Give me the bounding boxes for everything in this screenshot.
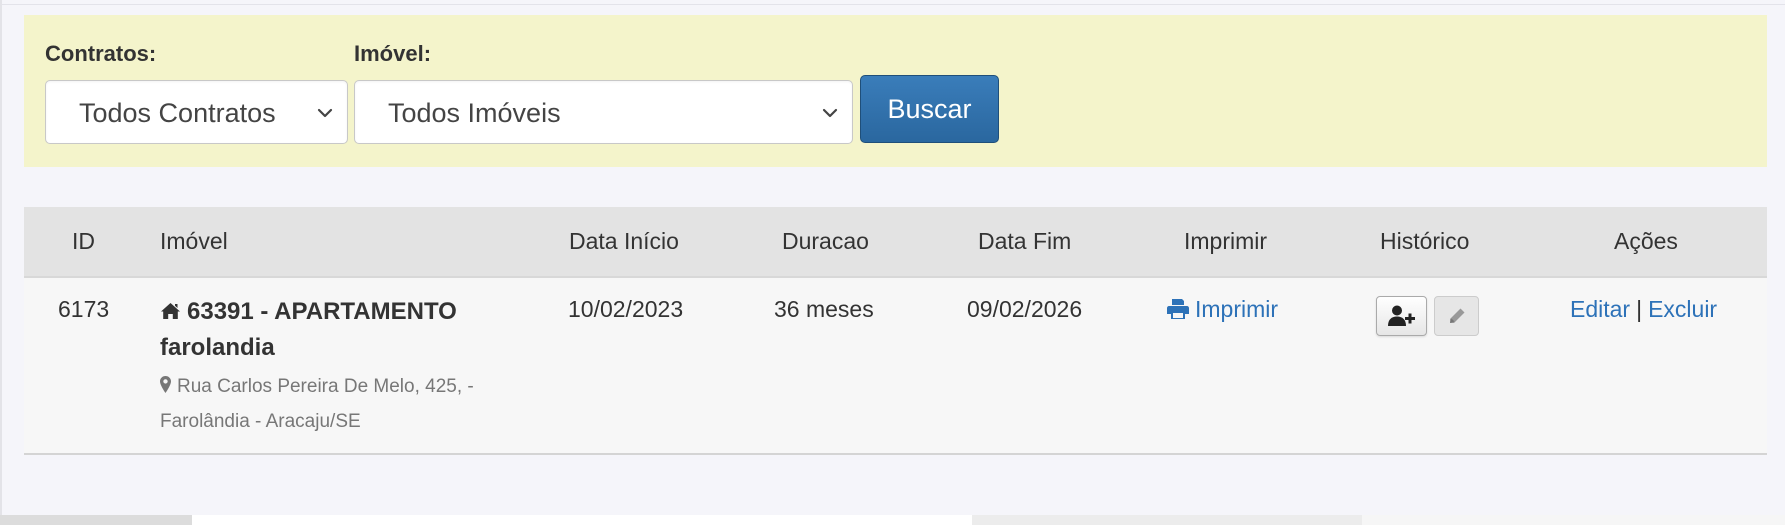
print-link[interactable]: Imprimir bbox=[1167, 293, 1278, 325]
cell-end-date: 09/02/2026 bbox=[967, 296, 1083, 322]
contracts-select-value: Todos Contratos bbox=[79, 98, 276, 128]
cell-start-date: 10/02/2023 bbox=[568, 296, 684, 322]
property-select-value: Todos Imóveis bbox=[388, 98, 561, 128]
edit-link[interactable]: Editar bbox=[1570, 296, 1630, 322]
contracts-select[interactable]: Todos Contratos bbox=[45, 80, 348, 144]
header-property: Imóvel bbox=[160, 228, 228, 254]
scrollbar-track-left bbox=[0, 515, 192, 525]
header-actions: Ações bbox=[1614, 228, 1678, 254]
cell-id: 6173 bbox=[58, 296, 110, 322]
header-start-date: Data Início bbox=[569, 228, 679, 254]
search-button[interactable]: Buscar bbox=[860, 75, 999, 143]
chevron-down-icon bbox=[317, 108, 333, 118]
table-header-row: ID Imóvel Data Início Duracao Data Fim I… bbox=[24, 207, 1767, 278]
home-icon bbox=[161, 303, 180, 319]
edit-history-button[interactable] bbox=[1434, 296, 1479, 336]
header-print: Imprimir bbox=[1184, 228, 1268, 254]
property-address-text: Rua Carlos Pereira De Melo, 425, - Farol… bbox=[160, 376, 474, 432]
delete-link[interactable]: Excluir bbox=[1648, 296, 1717, 322]
property-select[interactable]: Todos Imóveis bbox=[354, 80, 853, 144]
chevron-down-icon bbox=[822, 108, 838, 118]
contracts-page: Contratos: Imóvel: Todos Contratos Todos… bbox=[0, 0, 1785, 525]
property-title-text: 63391 - APARTAMENTO farolandia bbox=[160, 298, 457, 361]
horizontal-scrollbar[interactable] bbox=[0, 515, 1785, 525]
actions-separator: | bbox=[1636, 296, 1643, 322]
header-id: ID bbox=[72, 228, 95, 254]
user-plus-icon bbox=[1387, 305, 1415, 326]
left-divider bbox=[0, 0, 2, 525]
cell-duration: 36 meses bbox=[774, 296, 874, 322]
property-address: Rua Carlos Pereira De Melo, 425, - Farol… bbox=[160, 369, 500, 439]
property-title: 63391 - APARTAMENTO farolandia bbox=[160, 294, 490, 366]
pencil-icon bbox=[1449, 308, 1464, 323]
header-history: Histórico bbox=[1380, 228, 1470, 254]
add-contract-person-button[interactable] bbox=[1376, 296, 1427, 336]
contracts-filter-label: Contratos: bbox=[45, 41, 157, 66]
map-marker-icon bbox=[160, 376, 171, 393]
filter-panel: Contratos: Imóvel: Todos Contratos Todos… bbox=[24, 15, 1767, 167]
table-row: 6173 63391 - APARTAMENTO farolandia Rua … bbox=[24, 278, 1767, 455]
scrollbar-track-mid bbox=[972, 515, 1362, 525]
scrollbar-thumb[interactable] bbox=[192, 515, 972, 525]
actions-cell: Editar | Excluir bbox=[1570, 293, 1717, 325]
header-end-date: Data Fim bbox=[978, 228, 1072, 254]
contracts-table: ID Imóvel Data Início Duracao Data Fim I… bbox=[24, 207, 1767, 455]
print-link-label: Imprimir bbox=[1195, 296, 1279, 322]
scrollbar-track-right bbox=[1362, 515, 1785, 525]
property-filter-label: Imóvel: bbox=[354, 41, 432, 66]
top-divider bbox=[0, 4, 1785, 5]
print-icon bbox=[1167, 299, 1189, 319]
header-duration: Duracao bbox=[782, 228, 869, 254]
